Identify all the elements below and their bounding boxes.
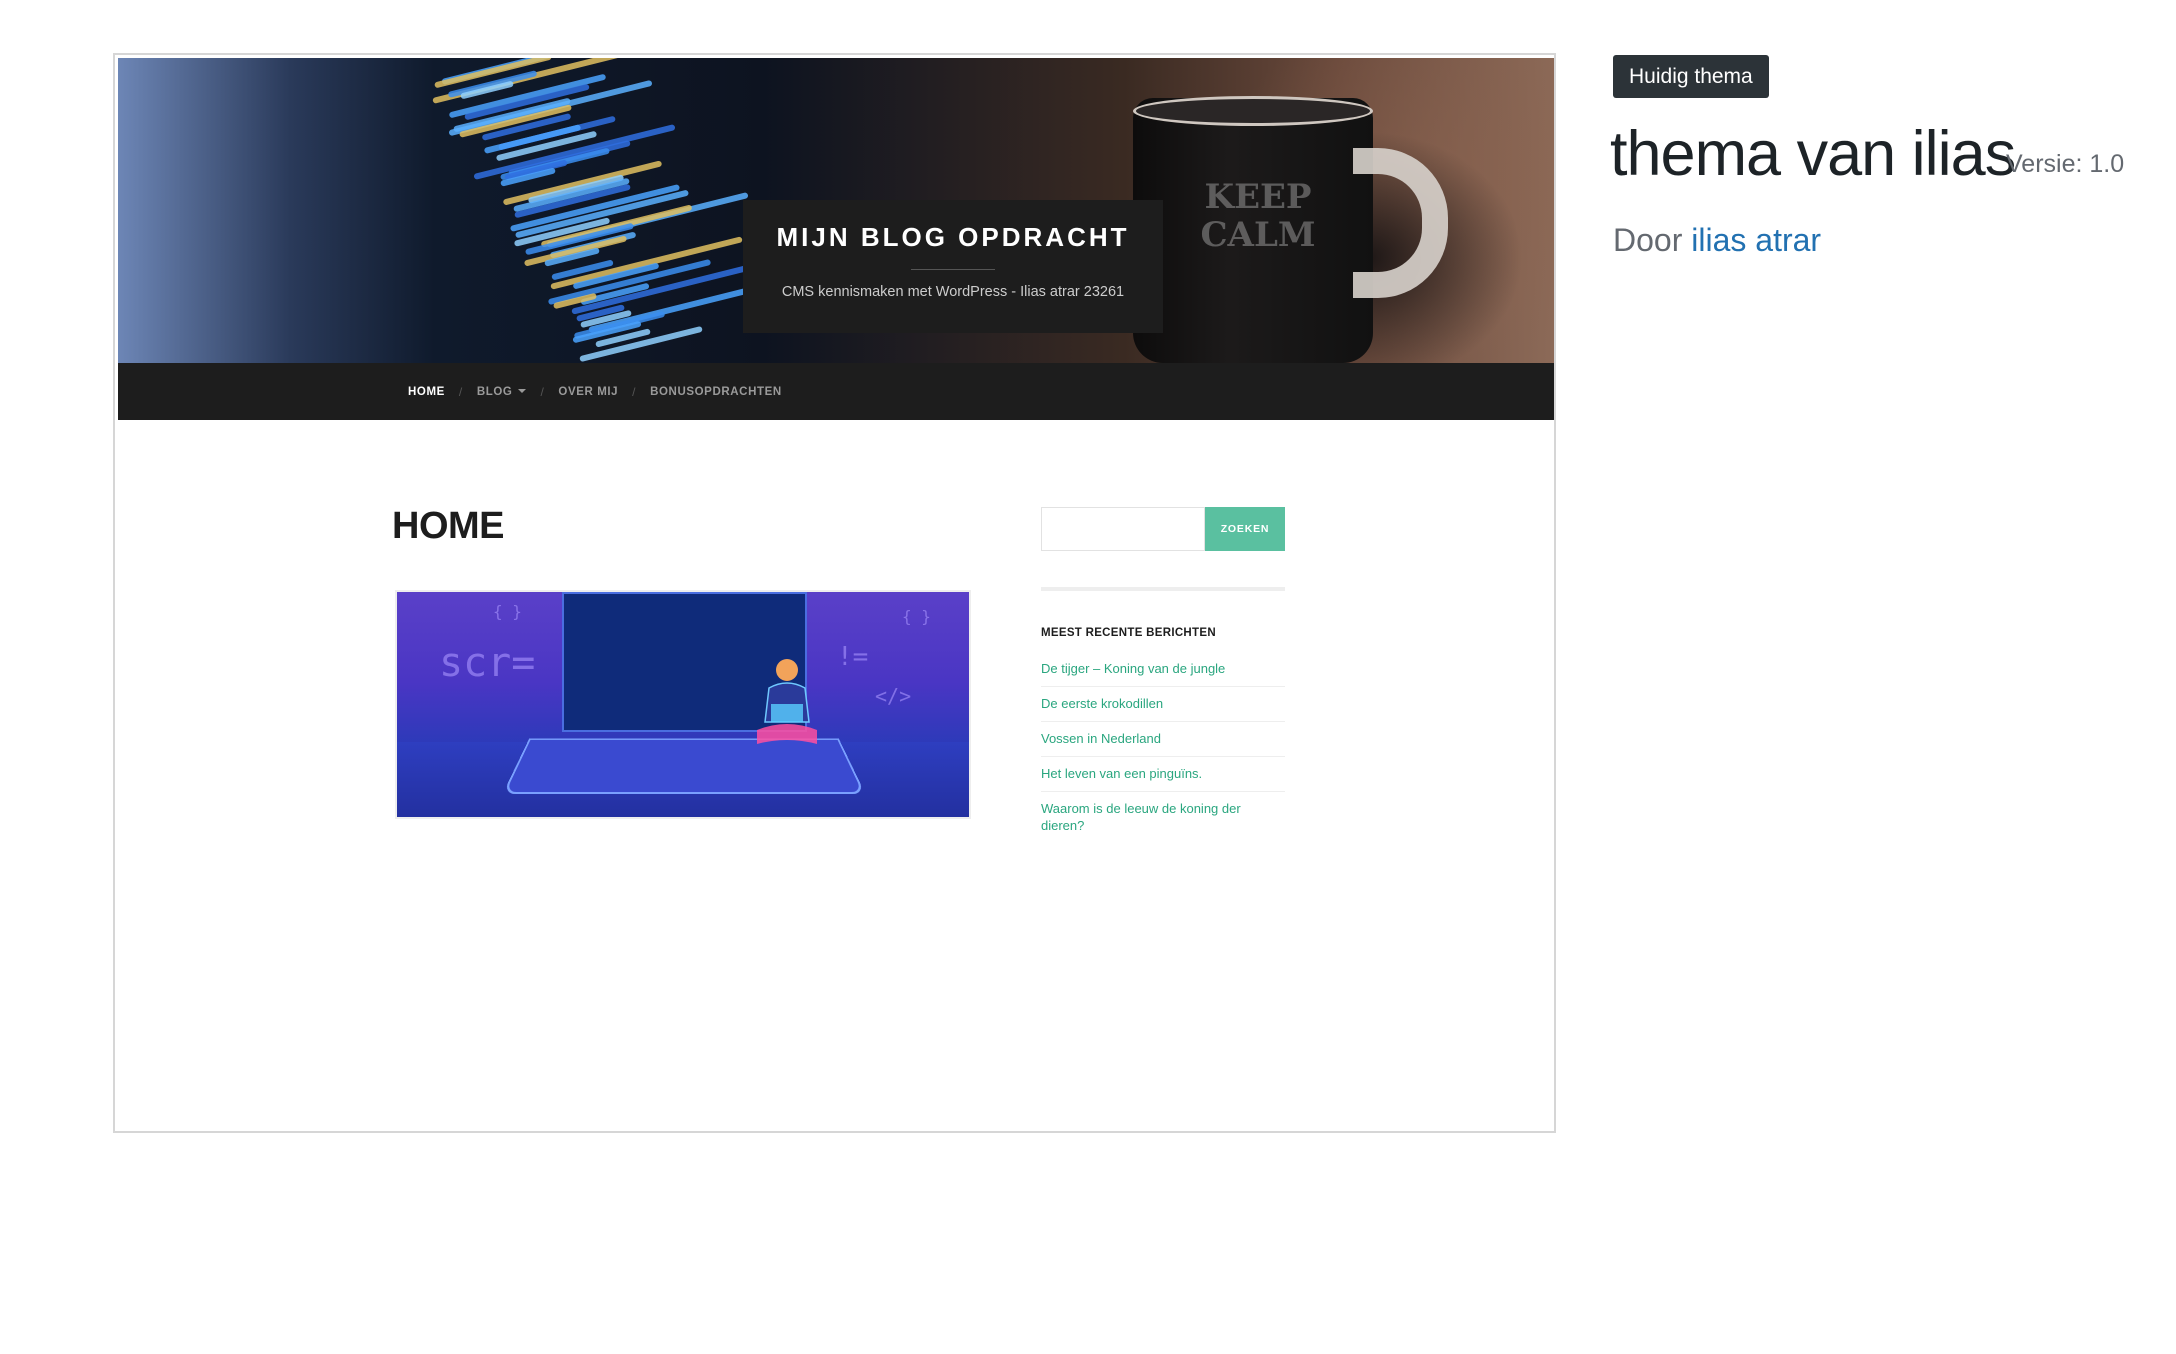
person-icon: [757, 659, 817, 744]
current-theme-badge: Huidig thema: [1613, 55, 1769, 98]
theme-screenshot[interactable]: KEEP CALM MIJN BLOG OPDRACHT CMS kennism…: [113, 53, 1556, 1133]
search-button[interactable]: ZOEKEN: [1205, 507, 1285, 551]
mug-text: KEEP CALM: [1200, 177, 1316, 255]
list-item: Vossen in Nederland: [1041, 722, 1285, 757]
recent-post-link[interactable]: Waarom is de leeuw de koning der dieren?: [1041, 801, 1241, 833]
author-link[interactable]: ilias atrar: [1691, 222, 1821, 258]
featured-text-braces-right: { }: [902, 607, 931, 626]
mug-rim: [1133, 96, 1373, 126]
featured-text-scr: scr=: [439, 640, 536, 686]
featured-text-braces: { }: [493, 602, 522, 621]
author-prefix: Door: [1613, 222, 1683, 258]
nav-item-bonusopdrachten[interactable]: BONUSOPDRACHTEN: [650, 386, 782, 398]
nav-item-blog-label: BLOG: [476, 385, 513, 398]
mug-handle: [1353, 148, 1448, 298]
recent-post-link[interactable]: De eerste krokodillen: [1041, 696, 1163, 711]
recent-posts-list: De tijger – Koning van de jungle De eers…: [1041, 652, 1285, 843]
theme-version: Versie: 1.0: [2006, 150, 2125, 178]
featured-text-neq: !=: [837, 642, 869, 672]
caret-down-icon: [518, 389, 527, 394]
recent-post-link[interactable]: Vossen in Nederland: [1041, 731, 1161, 746]
list-item: Het leven van een pinguïns.: [1041, 757, 1285, 792]
site-description: CMS kennismaken met WordPress - Ilias at…: [781, 284, 1125, 300]
search-input[interactable]: [1041, 507, 1205, 551]
theme-author: Door ilias atrar: [1613, 222, 1821, 259]
widget-divider: [1041, 587, 1285, 591]
featured-text-tag: </>: [875, 684, 912, 708]
recent-post-link[interactable]: De tijger – Koning van de jungle: [1041, 661, 1225, 676]
page-title: HOME: [392, 505, 505, 547]
nav-item-home[interactable]: HOME: [408, 386, 445, 398]
list-item: De tijger – Koning van de jungle: [1041, 652, 1285, 687]
recent-posts-title: MEEST RECENTE BERICHTEN: [1041, 627, 1216, 639]
nav-separator: /: [540, 384, 545, 399]
theme-name: thema van ilias: [1610, 119, 2016, 189]
list-item: De eerste krokodillen: [1041, 687, 1285, 722]
main-nav: HOME / BLOG / OVER MIJ / BONUSOPDRACHTEN: [118, 363, 1554, 420]
site-title-box: MIJN BLOG OPDRACHT CMS kennismaken met W…: [743, 200, 1163, 333]
featured-image: scr= { } { } != </>: [395, 590, 971, 819]
nav-separator: /: [632, 384, 637, 399]
list-item: Waarom is de leeuw de koning der dieren?: [1041, 792, 1285, 843]
nav-separator: /: [458, 384, 463, 399]
header-image: KEEP CALM MIJN BLOG OPDRACHT CMS kennism…: [118, 58, 1554, 363]
site-title[interactable]: MIJN BLOG OPDRACHT: [743, 222, 1163, 253]
recent-post-link[interactable]: Het leven van een pinguïns.: [1041, 766, 1202, 781]
nav-item-blog[interactable]: BLOG: [477, 386, 527, 398]
title-divider: [911, 269, 995, 270]
nav-item-over-mij[interactable]: OVER MIJ: [558, 386, 618, 398]
